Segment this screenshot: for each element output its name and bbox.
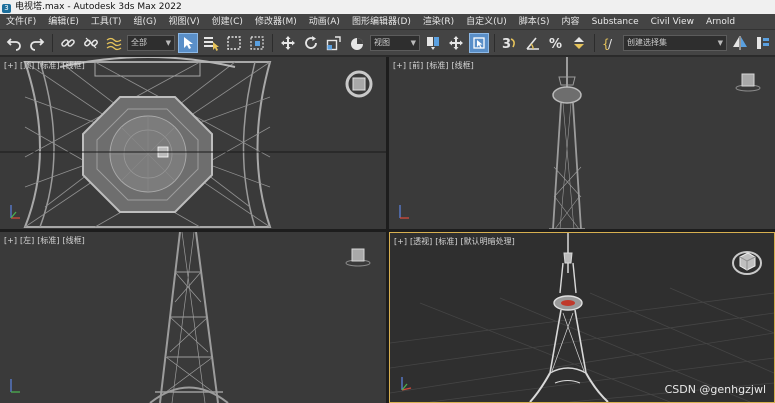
menu-edit[interactable]: 编辑(E) bbox=[42, 14, 85, 29]
viewport-front-label[interactable]: [+] [前] [标准] [线框] bbox=[393, 60, 477, 71]
reference-coord-dropdown[interactable]: 视图 ▼ bbox=[370, 34, 420, 51]
axis-tripod-icon bbox=[8, 374, 22, 397]
viewport-standard-label[interactable]: [标准] bbox=[435, 237, 457, 246]
viewport-pov-label[interactable]: [顶] bbox=[20, 61, 34, 70]
perspective-view-tower bbox=[390, 233, 774, 402]
rectangular-region-icon[interactable] bbox=[224, 33, 244, 53]
place-icon[interactable] bbox=[347, 33, 367, 53]
menu-modifiers[interactable]: 修改器(M) bbox=[249, 14, 303, 29]
edit-named-selection-icon[interactable]: {/ bbox=[600, 33, 620, 53]
viewport-shading-label[interactable]: [线框] bbox=[451, 61, 473, 70]
redo-icon[interactable] bbox=[27, 33, 47, 53]
link-icon[interactable] bbox=[58, 33, 78, 53]
menu-civil-view[interactable]: Civil View bbox=[645, 14, 700, 29]
toolbar-separator bbox=[594, 33, 595, 52]
menu-rendering[interactable]: 渲染(R) bbox=[417, 14, 460, 29]
angle-snap-icon[interactable] bbox=[523, 33, 543, 53]
menu-scripting[interactable]: 脚本(S) bbox=[513, 14, 556, 29]
3dsmax-app-icon: 3 bbox=[2, 4, 11, 13]
menu-customize[interactable]: 自定义(U) bbox=[460, 14, 513, 29]
viewport-left[interactable]: [+] [左] [标准] [线框] bbox=[0, 232, 386, 403]
select-and-manipulate-icon[interactable] bbox=[469, 32, 489, 53]
menu-animation[interactable]: 动画(A) bbox=[303, 14, 346, 29]
menu-create[interactable]: 创建(C) bbox=[206, 14, 249, 29]
viewport-shading-label[interactable]: [线框] bbox=[62, 61, 84, 70]
viewport-menu-plus[interactable]: [+] bbox=[394, 237, 407, 246]
window-title: 电视塔.max - Autodesk 3ds Max 2022 bbox=[15, 2, 182, 12]
selection-filter-value: 全部 bbox=[131, 37, 147, 47]
viewport-standard-label[interactable]: [标准] bbox=[37, 61, 59, 70]
chevron-down-icon: ▼ bbox=[717, 38, 723, 47]
axis-tripod-icon bbox=[8, 200, 22, 223]
select-by-name-icon[interactable] bbox=[201, 33, 221, 53]
viewport-pov-label[interactable]: [左] bbox=[20, 236, 34, 245]
menu-tools[interactable]: 工具(T) bbox=[85, 14, 128, 29]
toolbar-separator bbox=[494, 33, 495, 52]
viewport-shading-label[interactable]: [线框] bbox=[62, 236, 84, 245]
pivot-icon[interactable] bbox=[423, 33, 443, 53]
viewport-top[interactable]: [+] [顶] [标准] [线框] bbox=[0, 57, 386, 229]
space-warp-icon[interactable] bbox=[104, 33, 124, 53]
viewport-left-label[interactable]: [+] [左] [标准] [线框] bbox=[4, 235, 88, 246]
selection-filter-dropdown[interactable]: 全部 ▼ bbox=[127, 34, 175, 51]
rotate-icon[interactable] bbox=[301, 33, 321, 53]
left-view-tower-wireframe bbox=[149, 232, 229, 403]
viewport-standard-label[interactable]: [标准] bbox=[426, 61, 448, 70]
viewport-top-label[interactable]: [+] [顶] [标准] [线框] bbox=[4, 60, 88, 71]
front-view-tower-wireframe bbox=[549, 57, 585, 229]
watermark-text: CSDN @genhgzjwl bbox=[664, 383, 766, 396]
menu-content[interactable]: 内容 bbox=[556, 14, 586, 29]
mirror-icon[interactable] bbox=[730, 33, 750, 53]
svg-text:%: % bbox=[549, 37, 562, 51]
undo-icon[interactable] bbox=[4, 33, 24, 53]
viewport-menu-plus[interactable]: [+] bbox=[393, 61, 406, 70]
menu-group[interactable]: 组(G) bbox=[127, 14, 162, 29]
svg-text:/: / bbox=[608, 37, 613, 51]
select-object-icon[interactable] bbox=[178, 32, 198, 53]
menu-bar: 文件(F) 编辑(E) 工具(T) 组(G) 视图(V) 创建(C) 修改器(M… bbox=[0, 14, 775, 30]
viewport-pov-label[interactable]: [透视] bbox=[410, 237, 432, 246]
axis-tripod-icon bbox=[397, 200, 411, 223]
top-view-tower-wireframe bbox=[0, 57, 386, 228]
viewport-perspective[interactable]: [+] [透视] [标准] [默认明暗处理] CSDN @genhgzjwl bbox=[389, 232, 775, 403]
viewport-menu-plus[interactable]: [+] bbox=[4, 61, 17, 70]
window-crossing-icon[interactable] bbox=[247, 33, 267, 53]
menu-file[interactable]: 文件(F) bbox=[0, 14, 42, 29]
snap-3d-icon[interactable]: 3 bbox=[500, 33, 520, 53]
viewcube-icon[interactable] bbox=[343, 69, 375, 102]
unlink-icon[interactable] bbox=[81, 33, 101, 53]
spinner-snap-icon[interactable] bbox=[569, 33, 589, 53]
chevron-down-icon: ▼ bbox=[410, 38, 416, 47]
viewport-divider-horizontal[interactable] bbox=[0, 229, 775, 232]
svg-text:3: 3 bbox=[502, 37, 511, 51]
toolbar-separator bbox=[272, 33, 273, 52]
reference-coord-value: 视图 bbox=[374, 37, 390, 47]
menu-substance[interactable]: Substance bbox=[586, 14, 645, 29]
menu-views[interactable]: 视图(V) bbox=[162, 14, 205, 29]
viewcube-icon[interactable] bbox=[345, 246, 371, 271]
named-selection-sets-dropdown[interactable]: 创建选择集 ▼ bbox=[623, 34, 727, 51]
manipulate-icon[interactable] bbox=[446, 33, 466, 53]
percent-snap-icon[interactable]: % bbox=[546, 33, 566, 53]
viewport-front[interactable]: [+] [前] [标准] [线框] bbox=[389, 57, 775, 229]
viewport-pov-label[interactable]: [前] bbox=[409, 61, 423, 70]
chevron-down-icon: ▼ bbox=[165, 38, 171, 47]
menu-arnold[interactable]: Arnold bbox=[700, 14, 741, 29]
axis-tripod-icon bbox=[398, 373, 414, 396]
align-icon[interactable] bbox=[753, 33, 773, 53]
title-bar: 3 电视塔.max - Autodesk 3ds Max 2022 bbox=[0, 0, 775, 14]
viewport-shading-label[interactable]: [默认明暗处理] bbox=[460, 237, 514, 246]
viewcube-icon[interactable] bbox=[730, 245, 764, 280]
viewport-standard-label[interactable]: [标准] bbox=[37, 236, 59, 245]
viewport-menu-plus[interactable]: [+] bbox=[4, 236, 17, 245]
move-icon[interactable] bbox=[278, 33, 298, 53]
toolbar-separator bbox=[52, 33, 53, 52]
viewport-perspective-label[interactable]: [+] [透视] [标准] [默认明暗处理] bbox=[394, 236, 518, 247]
scale-icon[interactable] bbox=[324, 33, 344, 53]
main-toolbar: 全部 ▼ 视图 ▼ 3 % {/ 创建选择集 ▼ bbox=[0, 30, 775, 56]
menu-graph-editors[interactable]: 图形编辑器(D) bbox=[346, 14, 417, 29]
named-selection-sets-value: 创建选择集 bbox=[627, 37, 667, 47]
viewcube-icon[interactable] bbox=[735, 71, 761, 96]
